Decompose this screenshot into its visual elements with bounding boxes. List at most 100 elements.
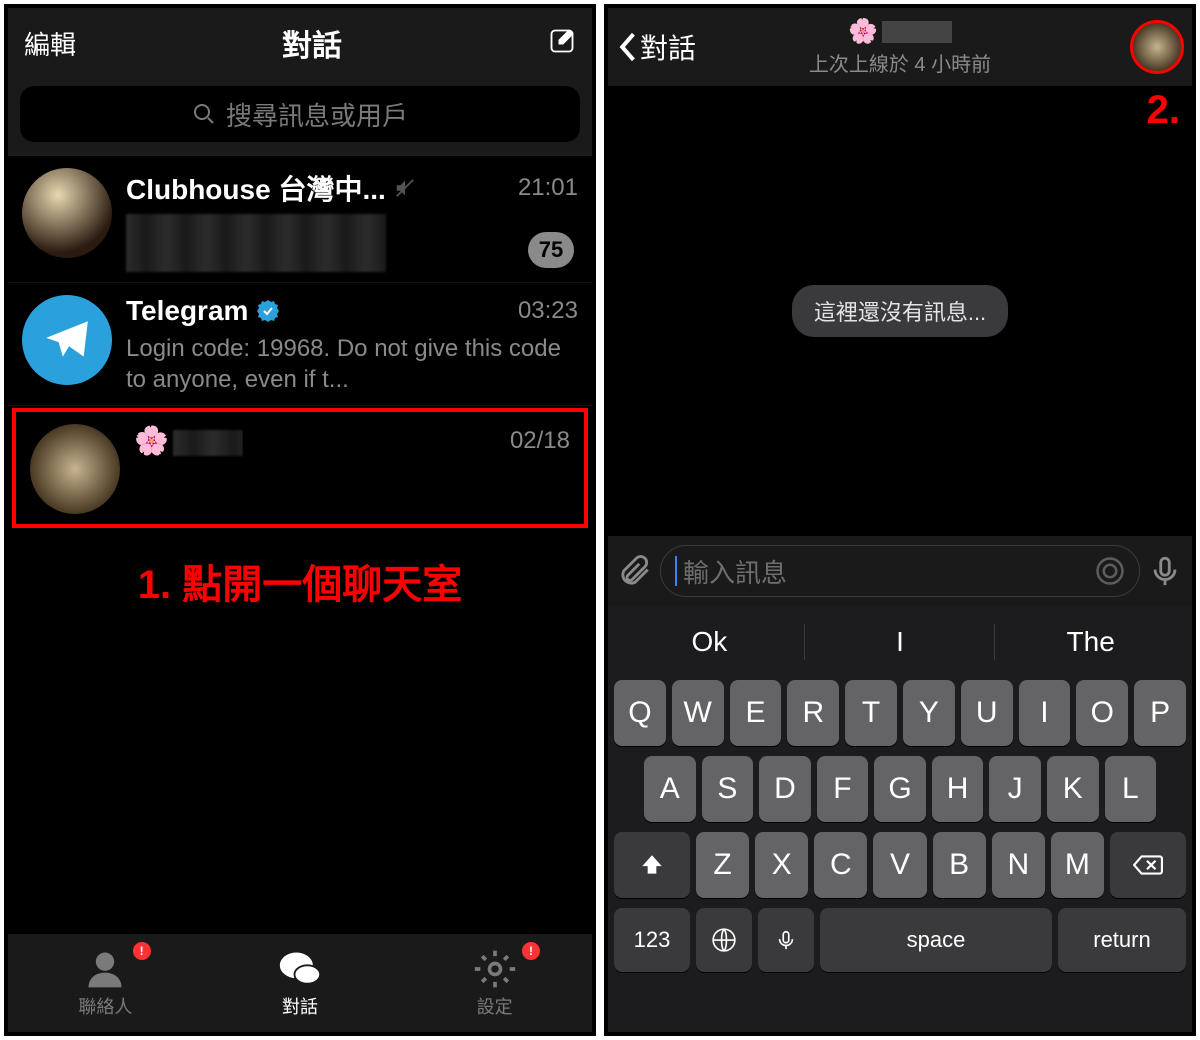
key-y[interactable]: Y [903, 680, 955, 746]
annotation-step-1: 1. 點開一個聊天室 [8, 552, 592, 610]
muted-icon [394, 177, 416, 199]
key-r[interactable]: R [787, 680, 839, 746]
keyboard-row: 123 space return [614, 908, 1186, 972]
chat-detail-screen: 對話 🌸 上次上線於 4 小時前 2. 這裡還沒有訊息... 輸入訊息 Ok I… [604, 4, 1196, 1036]
globe-key[interactable] [696, 908, 752, 972]
message-input-bar: 輸入訊息 [608, 536, 1192, 606]
sticker-icon[interactable] [1095, 556, 1125, 586]
chats-header: 編輯 對話 [8, 8, 592, 78]
chat-preview [126, 214, 386, 272]
chat-time: 21:01 [518, 174, 578, 202]
key-n[interactable]: N [992, 832, 1045, 898]
annotation-step-2: 2. [1147, 88, 1180, 133]
shift-icon [639, 852, 665, 878]
tab-settings[interactable]: ! 設定 [397, 934, 592, 1032]
chevron-left-icon [616, 31, 638, 63]
attach-icon[interactable] [618, 554, 652, 588]
verified-icon [256, 299, 280, 323]
suggestion[interactable]: Ok [614, 614, 805, 670]
keyboard-row: ZXCVBNM [614, 832, 1186, 898]
avatar [22, 168, 112, 258]
contacts-icon [83, 947, 127, 991]
keyboard-suggestions: Ok I The [614, 614, 1186, 670]
chat-row-highlighted[interactable]: 🌸 02/18 [12, 408, 588, 528]
keyboard-row: ASDFGHJKL [614, 756, 1186, 822]
search-input[interactable]: 搜尋訊息或用戶 [20, 86, 580, 142]
empty-state: 這裡還沒有訊息... [792, 285, 1008, 337]
chat-time: 03:23 [518, 297, 578, 325]
numbers-key[interactable]: 123 [614, 908, 690, 972]
chat-row[interactable]: Telegram 03:23 Login code: 19968. Do not… [8, 283, 592, 406]
key-i[interactable]: I [1019, 680, 1071, 746]
key-o[interactable]: O [1076, 680, 1128, 746]
notification-dot-icon: ! [133, 942, 151, 960]
edit-button[interactable]: 編輯 [24, 25, 76, 62]
key-j[interactable]: J [989, 756, 1041, 822]
chat-header: 對話 🌸 上次上線於 4 小時前 [608, 8, 1192, 86]
key-w[interactable]: W [672, 680, 724, 746]
chats-icon [278, 947, 322, 991]
chat-row[interactable]: Clubhouse 台灣中... 21:01 75 [8, 156, 592, 283]
dictation-key[interactable] [758, 908, 814, 972]
back-label: 對話 [640, 27, 696, 67]
key-k[interactable]: K [1047, 756, 1099, 822]
tab-contacts[interactable]: ! 聯絡人 [8, 934, 203, 1032]
text-cursor [675, 556, 677, 586]
contact-emoji: 🌸 [848, 17, 878, 46]
key-u[interactable]: U [961, 680, 1013, 746]
key-x[interactable]: X [755, 832, 808, 898]
key-q[interactable]: Q [614, 680, 666, 746]
messages-area[interactable]: 這裡還沒有訊息... [608, 86, 1192, 536]
suggestion[interactable]: I [805, 614, 996, 670]
chat-name: 🌸 [134, 424, 243, 457]
key-p[interactable]: P [1134, 680, 1186, 746]
tab-chats[interactable]: 對話 [203, 934, 398, 1032]
key-d[interactable]: D [759, 756, 811, 822]
key-l[interactable]: L [1105, 756, 1157, 822]
key-h[interactable]: H [932, 756, 984, 822]
key-v[interactable]: V [873, 832, 926, 898]
shift-key[interactable] [614, 832, 690, 898]
telegram-icon [42, 315, 92, 365]
key-a[interactable]: A [644, 756, 696, 822]
input-placeholder: 輸入訊息 [683, 553, 787, 590]
key-m[interactable]: M [1051, 832, 1104, 898]
microphone-icon[interactable] [1148, 554, 1182, 588]
settings-icon [473, 947, 517, 991]
return-key[interactable]: return [1058, 908, 1186, 972]
chats-list-screen: 編輯 對話 搜尋訊息或用戶 Clubhouse 台灣中... 21:01 75 [4, 4, 596, 1036]
chat-preview: Login code: 19968. Do not give this code… [126, 333, 578, 395]
key-b[interactable]: B [933, 832, 986, 898]
key-g[interactable]: G [874, 756, 926, 822]
backspace-icon [1133, 852, 1163, 878]
chats-title: 對話 [282, 21, 342, 65]
chat-name: Telegram [126, 295, 248, 327]
backspace-key[interactable] [1110, 832, 1186, 898]
keyboard-row: QWERTYUIOP [614, 680, 1186, 746]
tab-label: 聯絡人 [78, 993, 132, 1019]
suggestion[interactable]: The [995, 614, 1186, 670]
key-f[interactable]: F [817, 756, 869, 822]
search-container: 搜尋訊息或用戶 [8, 78, 592, 156]
microphone-icon [775, 927, 797, 953]
search-icon [192, 102, 216, 126]
notification-dot-icon: ! [522, 942, 540, 960]
chat-name: Clubhouse 台灣中... [126, 168, 386, 208]
avatar [30, 424, 120, 514]
contact-avatar[interactable] [1130, 20, 1184, 74]
unread-badge: 75 [528, 232, 574, 268]
key-s[interactable]: S [702, 756, 754, 822]
avatar [22, 295, 112, 385]
tab-label: 設定 [477, 993, 513, 1019]
message-input[interactable]: 輸入訊息 [660, 545, 1140, 597]
contact-name-redacted [882, 21, 952, 43]
space-key[interactable]: space [820, 908, 1052, 972]
chat-time: 02/18 [510, 427, 570, 455]
tab-label: 對話 [282, 993, 318, 1019]
key-z[interactable]: Z [696, 832, 749, 898]
back-button[interactable]: 對話 [616, 27, 696, 67]
key-e[interactable]: E [730, 680, 782, 746]
compose-icon[interactable] [548, 27, 576, 60]
key-c[interactable]: C [814, 832, 867, 898]
key-t[interactable]: T [845, 680, 897, 746]
